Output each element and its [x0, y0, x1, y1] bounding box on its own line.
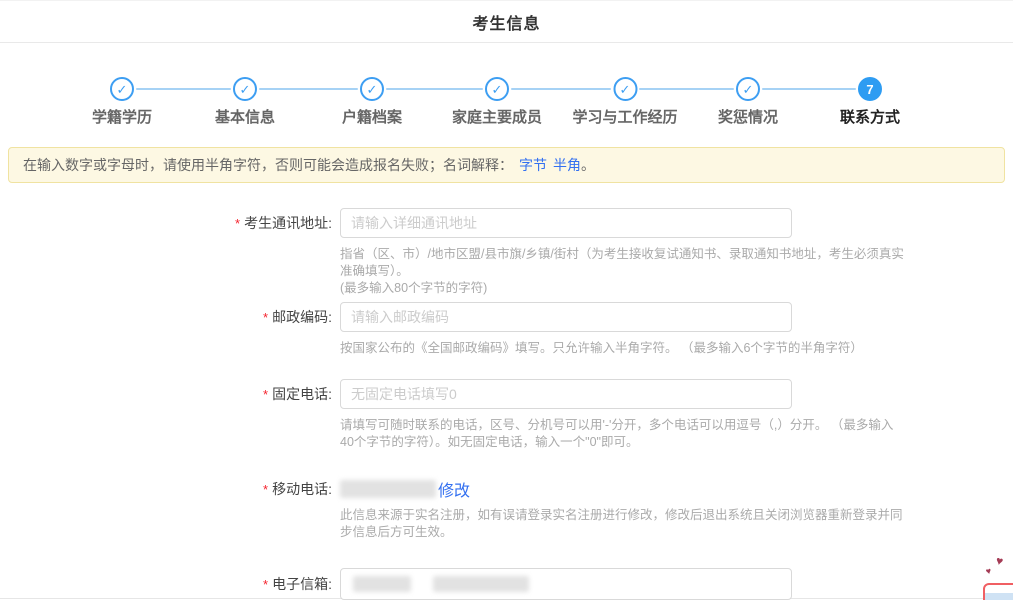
label-text: 固定电话: — [272, 386, 332, 402]
label-text: 电子信箱: — [272, 576, 332, 592]
label-text: 邮政编码: — [272, 309, 332, 325]
required-marker: * — [263, 577, 268, 592]
redacted-email-part — [433, 576, 529, 592]
progress-stepper: ✓ 学籍学历 ✓ 基本信息 ✓ 户籍档案 ✓ 家庭主要成员 ✓ 学习与工作经历 … — [0, 43, 1013, 145]
modify-mobile-link[interactable]: 修改 — [438, 477, 470, 501]
label-text: 移动电话: — [272, 481, 332, 497]
check-icon: ✓ — [233, 77, 257, 101]
step-label: 奖惩情况 — [718, 106, 778, 127]
check-icon: ✓ — [485, 77, 509, 101]
form-row-mobile: * 移动电话: 修改 此信息来源于实名注册，如有误请登录实名注册进行修改，修改后退… — [0, 479, 906, 541]
floating-service-widget[interactable]: ♥ ♥ — [967, 553, 1013, 600]
address-helper-line1: 指省（区、市）/地市区盟/县市旗/乡镇/街村（为考生接收复试通知书、录取通知书地… — [340, 246, 906, 280]
check-icon: ✓ — [110, 77, 134, 101]
step-label: 户籍档案 — [342, 106, 402, 127]
step-label: 联系方式 — [840, 106, 900, 127]
step-number-badge: 7 — [858, 77, 882, 101]
landline-helper: 请填写可随时联系的电话，区号、分机号可以用'-'分开，多个电话可以用逗号（,）分… — [340, 417, 906, 451]
email-input[interactable] — [340, 568, 792, 600]
label-text: 考生通讯地址: — [244, 215, 332, 231]
glossary-link-halfwidth[interactable]: 半角 — [553, 155, 581, 175]
page-header: 考生信息 — [0, 1, 1013, 43]
required-marker: * — [263, 310, 268, 325]
heart-icon: ♥ — [995, 554, 1004, 567]
check-icon: ✓ — [736, 77, 760, 101]
check-icon: ✓ — [360, 77, 384, 101]
field-label-mobile: * 移动电话: — [0, 479, 332, 541]
postcode-input[interactable] — [340, 302, 792, 332]
form-row-email: * 电子信箱: — [0, 568, 792, 600]
step-jiangcheng-qingkuang[interactable]: ✓ 奖惩情况 — [718, 77, 778, 127]
required-marker: * — [263, 482, 268, 497]
landline-input[interactable] — [340, 379, 792, 409]
address-input[interactable] — [340, 208, 792, 238]
field-label-address: * 考生通讯地址: — [0, 208, 332, 297]
halfwidth-notice-banner: 在输入数字或字母时，请使用半角字符，否则可能会造成报名失败；名词解释： 字节 半… — [8, 147, 1005, 183]
heart-icon: ♥ — [985, 566, 992, 576]
form-row-postcode: * 邮政编码: 按国家公布的《全国邮政编码》填写。只允许输入半角字符。 （最多输入… — [0, 302, 863, 357]
glossary-link-byte[interactable]: 字节 — [519, 155, 547, 175]
step-lianxi-fangshi-current[interactable]: 7 联系方式 — [840, 77, 900, 127]
notice-suffix: 。 — [581, 155, 595, 175]
check-icon: ✓ — [613, 77, 637, 101]
form-row-address: * 考生通讯地址: 指省（区、市）/地市区盟/县市旗/乡镇/街村（为考生接收复试通… — [0, 208, 906, 297]
field-label-email: * 电子信箱: — [0, 568, 332, 600]
step-huji-dangan[interactable]: ✓ 户籍档案 — [342, 77, 402, 127]
candidate-info-page: 考生信息 ✓ 学籍学历 ✓ 基本信息 ✓ 户籍档案 ✓ 家庭主要成员 ✓ 学习与… — [0, 0, 1013, 600]
step-xueji-xueli[interactable]: ✓ 学籍学历 — [92, 77, 152, 127]
postcode-helper: 按国家公布的《全国邮政编码》填写。只允许输入半角字符。 （最多输入6个字节的半角… — [340, 340, 863, 357]
step-label: 基本信息 — [215, 106, 275, 127]
page-title: 考生信息 — [472, 10, 540, 34]
form-row-landline: * 固定电话: 请填写可随时联系的电话，区号、分机号可以用'-'分开，多个电话可以… — [0, 379, 906, 451]
step-jiating-chengyuan[interactable]: ✓ 家庭主要成员 — [452, 77, 542, 127]
notice-text: 在输入数字或字母时，请使用半角字符，否则可能会造成报名失败；名词解释： — [23, 155, 513, 175]
redacted-mobile-number — [340, 480, 436, 498]
address-helper-line2: (最多输入80个字节的字符) — [340, 280, 906, 297]
required-marker: * — [263, 387, 268, 402]
required-marker: * — [235, 216, 240, 231]
step-jiben-xinxi[interactable]: ✓ 基本信息 — [215, 77, 275, 127]
step-label: 学习与工作经历 — [572, 106, 677, 127]
redacted-email-part — [353, 576, 411, 592]
step-label: 学籍学历 — [92, 106, 152, 127]
field-label-postcode: * 邮政编码: — [0, 302, 332, 357]
step-label: 家庭主要成员 — [452, 106, 542, 127]
step-xuexi-gongzuo[interactable]: ✓ 学习与工作经历 — [572, 77, 677, 127]
mascot-box-icon — [983, 583, 1013, 600]
mobile-helper: 此信息来源于实名注册，如有误请登录实名注册进行修改，修改后退出系统且关闭浏览器重… — [340, 507, 906, 541]
field-label-landline: * 固定电话: — [0, 379, 332, 451]
